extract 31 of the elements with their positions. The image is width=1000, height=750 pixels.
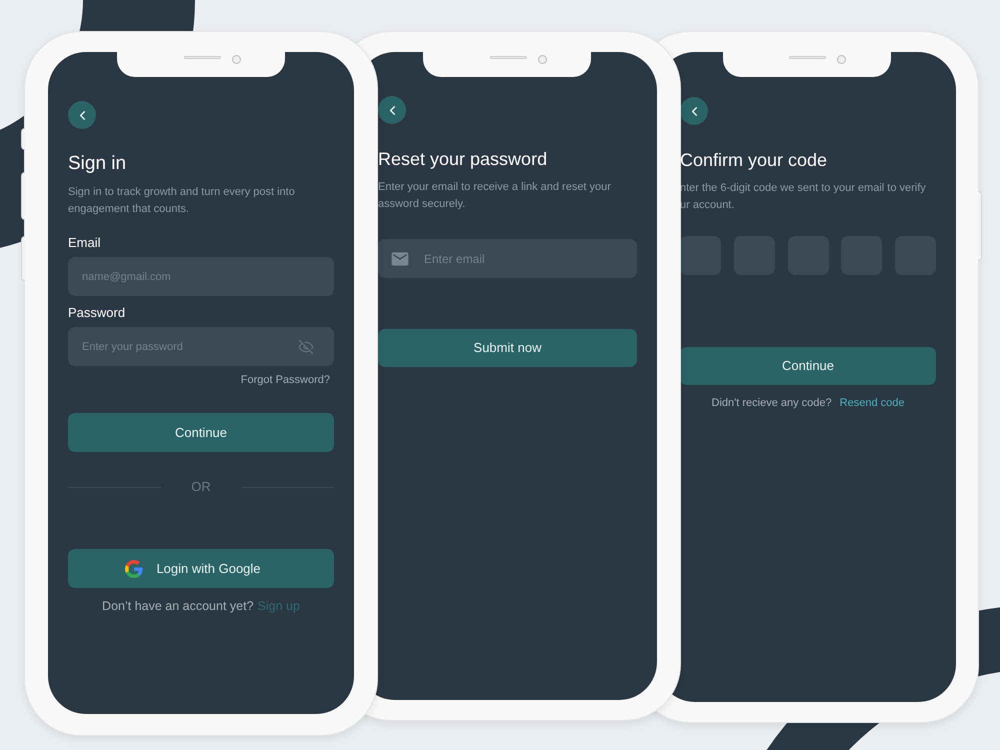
password-field[interactable]: Enter your password (68, 327, 334, 366)
camera-lens-icon (538, 55, 546, 64)
footer-link[interactable]: Resend code (840, 396, 904, 410)
divider-label: OR (191, 478, 211, 496)
speaker-grille (490, 56, 526, 59)
email-field[interactable]: name@gmail.com (68, 257, 334, 296)
footer-prompt: Didn't recieve any code? (712, 396, 832, 410)
back-button[interactable] (680, 97, 708, 125)
primary-button[interactable]: Continue (68, 413, 334, 452)
screen-description: Sign in to track growth and turn every post into engagement that counts. (68, 185, 296, 217)
screen-title: Reset your password (378, 148, 548, 171)
footer-prompt: Don’t have an account yet? (102, 598, 254, 614)
primary-button[interactable]: Submit now (378, 329, 637, 367)
camera-lens-icon (837, 55, 846, 64)
screen-description: Enter your email to receive a link and reset your assword securely. (378, 180, 612, 212)
forgot-password-link[interactable]: Forgot Password? (240, 373, 330, 387)
field-label: Password (68, 305, 126, 321)
speaker-grille (789, 56, 826, 59)
g-logo-icon (125, 560, 144, 578)
back-button[interactable] (68, 101, 96, 129)
eye-off-icon[interactable] (298, 339, 314, 355)
speaker-grille (184, 56, 220, 59)
primary-button[interactable]: Continue (680, 347, 936, 385)
camera-lens-icon (232, 55, 240, 64)
screen-title: Confirm your code (680, 149, 828, 172)
email-field[interactable]: Enter email (378, 239, 637, 278)
screen-title: Sign in (68, 152, 126, 176)
google-login-button[interactable]: Login with Google (68, 549, 334, 588)
field-label: Email (68, 235, 101, 251)
code-input-box[interactable] (680, 236, 721, 275)
back-button[interactable] (378, 96, 406, 124)
